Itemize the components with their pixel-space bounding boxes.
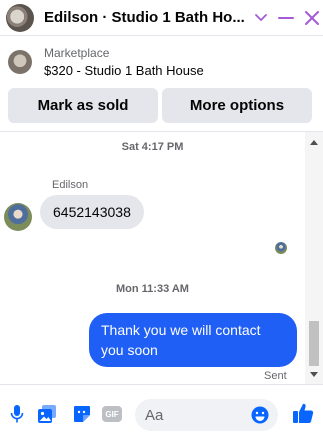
listing-thumbnail [8,50,32,74]
read-receipt-avatar [275,242,287,254]
photo-icon[interactable] [37,404,57,424]
chevron-down-icon[interactable] [250,7,272,29]
timestamp-divider: Mon 11:33 AM [116,283,189,295]
incoming-message[interactable]: 6452143038 [40,195,144,229]
outgoing-message[interactable]: Thank you we will contact you soon [89,313,297,367]
listing-text: Marketplace $320 - Studio 1 Bath House [44,45,204,80]
scrollbar[interactable] [305,132,323,385]
more-options-button[interactable]: More options [162,88,312,123]
contact-avatar[interactable] [6,3,34,32]
message-status: Sent [264,370,287,382]
listing-kicker: Marketplace [44,45,110,60]
scroll-up-arrow-icon[interactable] [310,140,318,145]
emoji-icon[interactable] [251,406,269,424]
scroll-down-arrow-icon[interactable] [310,372,318,377]
sticker-icon[interactable] [72,404,92,424]
message-input-wrapper [135,399,278,431]
chat-header: Edilson · Studio 1 Bath Ho... [0,0,323,36]
close-icon[interactable] [301,7,323,29]
message-composer: GIF [0,384,323,445]
minimize-icon[interactable] [276,7,298,29]
sender-avatar[interactable] [4,203,32,231]
timestamp-divider: Sat 4:17 PM [121,141,184,153]
sender-name: Edilson [52,179,89,191]
chat-title[interactable]: Edilson · Studio 1 Bath Ho... [44,9,246,26]
message-input[interactable] [145,399,245,431]
mark-as-sold-button[interactable]: Mark as sold [8,88,158,123]
message-thread: Sat 4:17 PM Edilson 6452143038 Mon 11:33… [0,131,323,385]
listing-title: $320 - Studio 1 Bath House [44,62,204,78]
gif-icon[interactable]: GIF [102,406,122,422]
listing-actions: Mark as sold More options [8,88,312,123]
microphone-icon[interactable] [7,404,27,424]
marketplace-listing[interactable]: Marketplace $320 - Studio 1 Bath House [0,38,323,86]
thumbs-up-icon[interactable] [291,401,315,425]
scrollbar-thumb[interactable] [309,321,319,366]
